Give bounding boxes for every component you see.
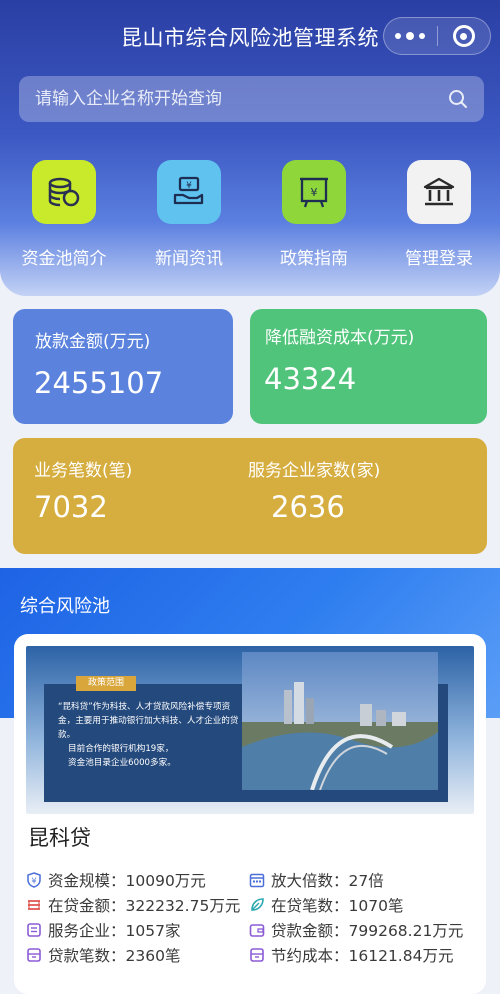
box-icon xyxy=(249,947,265,963)
search-icon[interactable] xyxy=(448,89,468,109)
leaf-icon xyxy=(249,897,265,913)
banner-text-line: 资金池目录企业6000多家。 xyxy=(68,758,176,768)
search-bar[interactable] xyxy=(19,76,484,122)
banner-text-line: “昆科贷”作为科技、人才贷款风险补偿专项资金，主要用于推动银行加大科技、人才企业… xyxy=(58,702,239,740)
stat-value: 2636 xyxy=(271,490,345,524)
stat-label: 服务企业家数(家) xyxy=(248,461,381,481)
info-text: 节约成本：16121.84万元 xyxy=(271,947,454,965)
info-text: 资金规模：10090万元 xyxy=(48,872,206,890)
financing-cost-card: 降低融资成本(万元) 43324 xyxy=(250,309,487,424)
calendar-icon xyxy=(249,872,265,888)
close-mini-program-icon[interactable] xyxy=(437,18,490,54)
info-loan-amount: 贷款金额：799268.21万元 xyxy=(249,919,463,941)
stack-icon xyxy=(26,897,42,913)
info-outstanding-count: 在贷笔数：1070笔 xyxy=(249,894,403,916)
city-photo xyxy=(242,652,438,790)
menu-item-label: 政策指南 xyxy=(280,249,348,269)
info-text: 服务企业：1057家 xyxy=(48,922,181,940)
stat-value: 43324 xyxy=(264,362,357,396)
building-icon xyxy=(26,922,42,938)
product-banner-image: 政策范围 “昆科贷”作为科技、人才贷款风险补偿专项资金，主要用于推动银行加大科技… xyxy=(26,646,474,814)
info-fund-scale: ¥ 资金规模：10090万元 xyxy=(26,869,206,891)
stat-label: 降低融资成本(万元) xyxy=(265,328,415,348)
box-icon xyxy=(26,947,42,963)
info-text: 在贷金额：322232.75万元 xyxy=(48,897,241,915)
stat-label: 放款金额(万元) xyxy=(35,332,151,352)
info-served-companies: 服务企业：1057家 xyxy=(26,919,180,941)
info-cost-saving: 节约成本：16121.84万元 xyxy=(249,944,453,966)
menu-item-label: 管理登录 xyxy=(405,249,473,269)
info-text: 在贷笔数：1070笔 xyxy=(271,897,404,915)
money-hand-icon: ¥ xyxy=(157,160,221,224)
bank-building-icon xyxy=(407,160,471,224)
more-options-icon[interactable] xyxy=(384,18,437,54)
stat-value: 7032 xyxy=(34,490,108,524)
quick-menu: 资金池简介 ¥ 新闻资讯 ¥ 政策指南 管理登录 xyxy=(0,160,500,270)
info-text: 贷款金额：799268.21万元 xyxy=(271,922,464,940)
menu-item-policy[interactable]: ¥ 政策指南 xyxy=(259,160,369,269)
banner-tag: 政策范围 xyxy=(76,676,136,691)
svg-text:¥: ¥ xyxy=(186,181,192,191)
info-text: 放大倍数：27倍 xyxy=(271,872,384,890)
banner-text-line: 目前合作的银行机构19家， xyxy=(68,744,174,754)
policy-board-icon: ¥ xyxy=(282,160,346,224)
loan-amount-card: 放款金额(万元) 2455107 xyxy=(13,309,233,424)
yen-shield-icon: ¥ xyxy=(26,872,42,888)
search-input[interactable] xyxy=(35,89,448,109)
menu-item-label: 新闻资讯 xyxy=(155,249,223,269)
menu-item-news[interactable]: ¥ 新闻资讯 xyxy=(134,160,244,269)
stat-label: 业务笔数(笔) xyxy=(34,461,133,481)
menu-item-fund-intro[interactable]: 资金池简介 xyxy=(9,160,119,269)
menu-item-admin-login[interactable]: 管理登录 xyxy=(384,160,494,269)
info-text: 贷款笔数：2360笔 xyxy=(48,947,181,965)
mini-program-capsule xyxy=(383,17,491,55)
business-stats-card: 业务笔数(笔) 7032 服务企业家数(家) 2636 xyxy=(13,438,487,554)
info-outstanding-amount: 在贷金额：322232.75万元 xyxy=(26,894,240,916)
coins-icon xyxy=(32,160,96,224)
banner-text: “昆科贷”作为科技、人才贷款风险补偿专项资金，主要用于推动银行加大科技、人才企业… xyxy=(58,700,240,770)
section-title: 综合风险池 xyxy=(20,596,110,617)
stat-value: 2455107 xyxy=(34,366,164,400)
info-multiplier: 放大倍数：27倍 xyxy=(249,869,384,891)
product-name: 昆科贷 xyxy=(28,826,91,850)
header-area: 昆山市综合风险池管理系统 资金池简介 xyxy=(0,0,500,296)
menu-item-label: 资金池简介 xyxy=(21,249,107,269)
svg-text:¥: ¥ xyxy=(31,877,36,886)
info-loan-count: 贷款笔数：2360笔 xyxy=(26,944,180,966)
wallet-icon xyxy=(249,922,265,938)
svg-text:¥: ¥ xyxy=(311,186,318,199)
